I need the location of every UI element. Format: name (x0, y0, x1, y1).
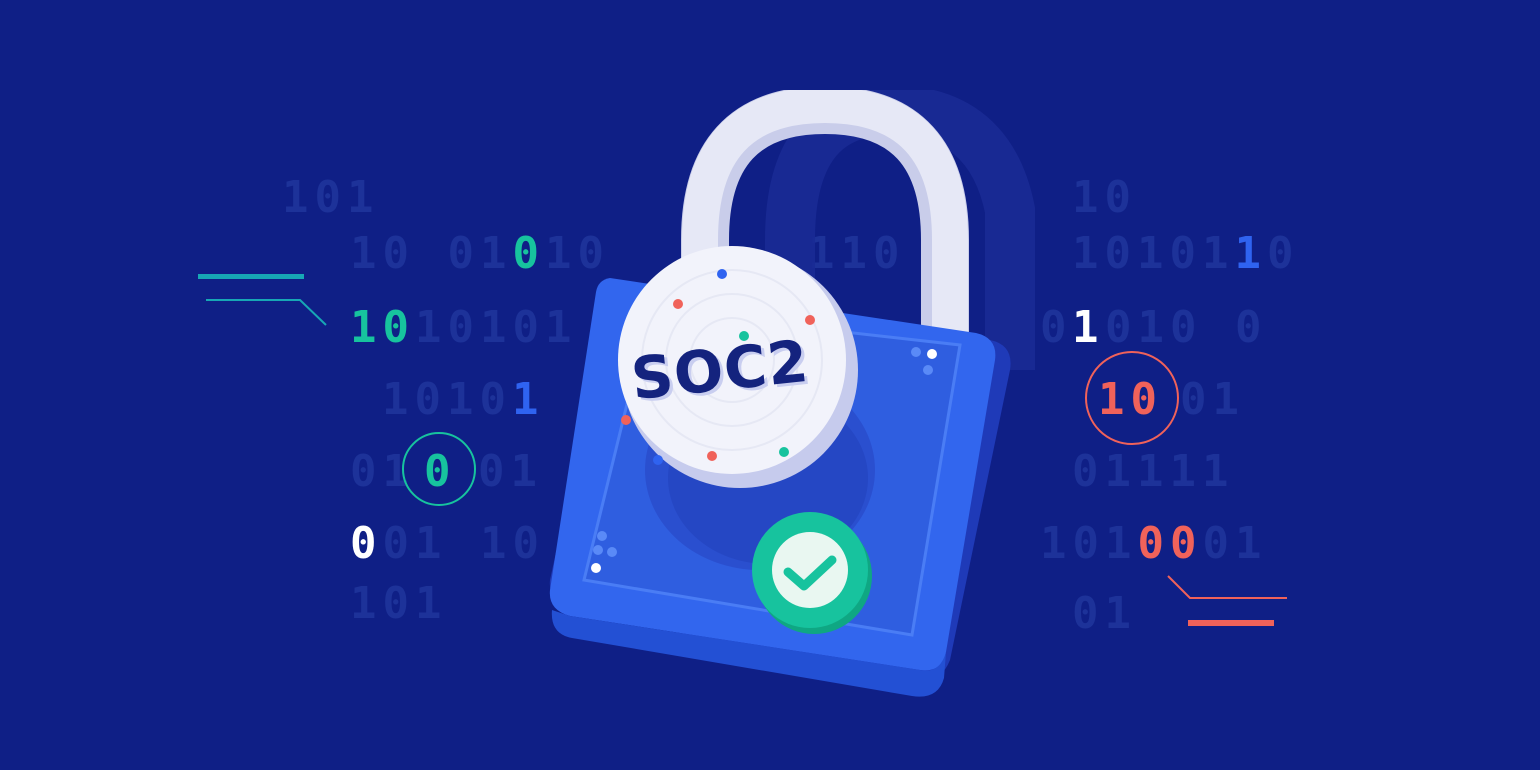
binary-digit-highlight: 1 (1234, 228, 1267, 279)
binary-left-row1: 101 (282, 172, 380, 223)
left-decor-lines (198, 274, 327, 326)
soc2-illustration: 101 10 01010 1010101 10101 01 01 001 10 … (0, 0, 1540, 770)
binary-left-row7: 101 (350, 578, 448, 629)
binary-right-row3-highlight: 1 (1072, 302, 1105, 353)
binary-right-row1: 10 (1072, 172, 1137, 223)
binary-left-row4: 10101 (382, 378, 544, 422)
circled-ten-text: 10 (1098, 374, 1163, 425)
binary-digits: 10 01 (350, 228, 513, 279)
binary-digit-highlight: 10 (350, 302, 415, 353)
binary-right-row7: 01 (1072, 588, 1137, 639)
binary-left-row6: 001 10 (350, 522, 545, 566)
binary-digits: 01 10 (382, 518, 545, 569)
binary-right-row6: 1010001 (1040, 522, 1267, 566)
checkmark-icon (752, 512, 872, 634)
binary-digits: 10101 (1072, 228, 1235, 279)
binary-digit-highlight: 00 (1137, 518, 1203, 569)
circled-zero-text: 0 (424, 446, 457, 497)
binary-digits: 01 (1202, 518, 1268, 569)
binary-right-row5: 01111 (1072, 446, 1235, 497)
binary-digit-highlight: 0 (350, 518, 383, 569)
binary-left-row5b: 01 (478, 446, 543, 497)
binary-digits: 1010 (382, 374, 512, 425)
binary-digits: 0 (1266, 228, 1300, 279)
binary-right-row2: 1010110 (1072, 232, 1299, 276)
binary-right-row4b: 01 (1180, 374, 1245, 425)
right-decor-lines (1167, 575, 1287, 626)
